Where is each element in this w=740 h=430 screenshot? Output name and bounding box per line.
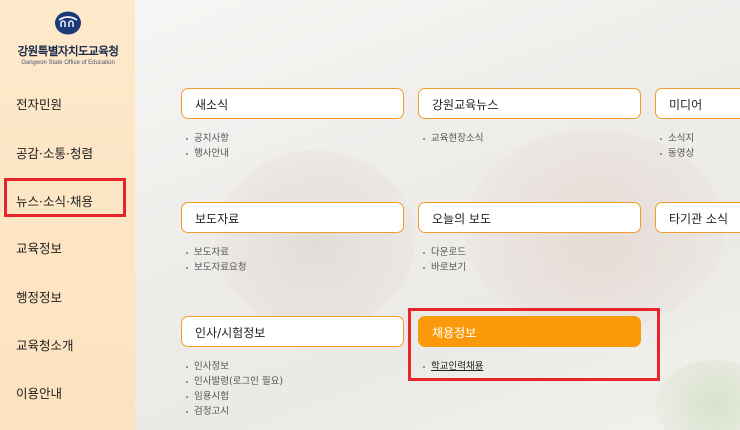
org-name: 강원특별자치도교육청 [17,46,119,58]
bullet-icon [423,137,425,140]
link-videos[interactable]: 동영상 [668,148,694,159]
bullet-icon [186,410,188,413]
bullet-icon [186,137,188,140]
link-personnel-info[interactable]: 인사정보 [194,361,229,372]
bullet-icon [660,152,662,155]
bullet-icon [423,266,425,269]
link-list: 인사정보 인사발령(로그인 필요) 임용시험 검정고시 [181,359,404,419]
list-item: 소식지 [660,131,740,146]
menu-card-new-news: 새소식 공지사항 행사안내 [181,88,404,161]
sidebar: 강원특별자치도교육청 Gangwon State Office of Educa… [0,0,135,430]
logo[interactable]: 강원특별자치도교육청 Gangwon State Office of Educa… [12,10,124,66]
sidebar-item-guide[interactable]: 이용안내 [16,383,62,402]
emblem-icon [55,11,81,35]
link-view[interactable]: 바로보기 [431,262,466,273]
menu-button-personnel[interactable]: 인사/시험정보 [181,316,404,347]
highlight-box [408,308,660,381]
sidebar-item-label: 뉴스·소식·채용 [16,194,93,209]
menu-button-press[interactable]: 보도자료 [181,202,404,233]
background-shape [655,360,740,430]
link-press-request[interactable]: 보도자료요청 [194,262,246,273]
bullet-icon [186,365,188,368]
list-item: 인사정보 [186,359,404,374]
sidebar-item-admin-info[interactable]: 행정정보 [16,287,62,306]
link-download[interactable]: 다운로드 [431,247,466,258]
menu-card-today-press: 오늘의 보도 다운로드 바로보기 [418,202,641,275]
menu-button-new-news[interactable]: 새소식 [181,88,404,119]
bullet-icon [186,266,188,269]
list-item: 임용시험 [186,389,404,404]
menu-card-media: 미디어 소식지 동영상 [655,88,740,161]
link-personnel-orders[interactable]: 인사발령(로그인 필요) [194,376,283,387]
link-field-news[interactable]: 교육현장소식 [431,133,483,144]
list-item: 보도자료 [186,245,404,260]
sidebar-item-communication[interactable]: 공감·소통·청렴 [16,143,93,162]
menu-button-media[interactable]: 미디어 [655,88,740,119]
link-appointment-exam[interactable]: 임용시험 [194,391,229,402]
list-item: 바로보기 [423,260,641,275]
menu-button-gangwon-news[interactable]: 강원교육뉴스 [418,88,641,119]
link-qualification-exam[interactable]: 검정고시 [194,406,229,417]
link-list: 공지사항 행사안내 [181,131,404,161]
list-item: 검정고시 [186,404,404,419]
menu-button-today-press[interactable]: 오늘의 보도 [418,202,641,233]
bullet-icon [186,152,188,155]
link-list: 보도자료 보도자료요청 [181,245,404,275]
list-item: 보도자료요청 [186,260,404,275]
link-list: 교육현장소식 [418,131,641,146]
link-events[interactable]: 행사안내 [194,148,229,159]
list-item: 동영상 [660,146,740,161]
bullet-icon [660,137,662,140]
link-press-release[interactable]: 보도자료 [194,247,229,258]
list-item: 공지사항 [186,131,404,146]
list-item: 행사안내 [186,146,404,161]
bullet-icon [186,380,188,383]
menu-card-personnel: 인사/시험정보 인사정보 인사발령(로그인 필요) 임용시험 검정고시 [181,316,404,419]
link-newsletter[interactable]: 소식지 [668,133,694,144]
menu-card-gangwon-news: 강원교육뉴스 교육현장소식 [418,88,641,146]
bullet-icon [186,395,188,398]
list-item: 다운로드 [423,245,641,260]
menu-card-other-news: 타기관 소식 [655,202,740,233]
menu-card-press: 보도자료 보도자료 보도자료요청 [181,202,404,275]
sidebar-item-civil-petition[interactable]: 전자민원 [16,94,62,113]
sidebar-item-news[interactable]: 뉴스·소식·채용 [4,178,126,217]
link-list: 소식지 동영상 [655,131,740,161]
link-list: 다운로드 바로보기 [418,245,641,275]
bullet-icon [186,251,188,254]
sidebar-item-about[interactable]: 교육청소개 [16,335,74,354]
sidebar-item-education-info[interactable]: 교육정보 [16,238,62,257]
list-item: 인사발령(로그인 필요) [186,374,404,389]
bullet-icon [423,251,425,254]
list-item: 교육현장소식 [423,131,641,146]
org-subtitle: Gangwon State Office of Education [21,60,115,66]
link-notices[interactable]: 공지사항 [194,133,229,144]
menu-button-other-news[interactable]: 타기관 소식 [655,202,740,233]
